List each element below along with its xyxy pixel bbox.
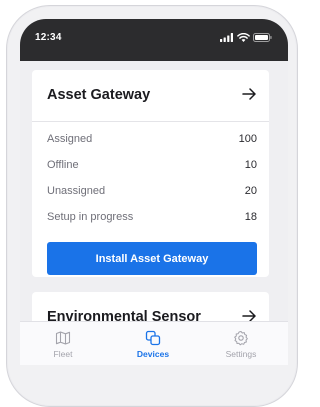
card-title: Asset Gateway [47,87,151,103]
gear-icon [233,330,249,346]
battery-icon [253,32,272,42]
asset-gateway-card: Asset Gateway Assigned 100 Offline 10 Un… [32,70,269,277]
device-list: Asset Gateway Assigned 100 Offline 10 Un… [20,61,288,352]
tab-devices[interactable]: Devices [123,330,183,359]
stat-value: 20 [244,185,257,197]
bottom-tab-bar: Fleet Devices Settings [20,321,288,365]
tab-label: Devices [136,349,170,359]
stat-row-unassigned: Unassigned 20 [47,185,257,201]
card-divider [32,121,269,122]
cellular-signal-icon [220,32,234,42]
app-screen: 12:34 Asset Gateway Assigned 100 Offline… [20,19,288,365]
map-icon [55,330,71,346]
tab-label: Fleet [53,349,73,359]
stat-row-setup-in-progress: Setup in progress 18 [47,211,257,227]
tab-label: Settings [225,349,257,359]
devices-icon [145,330,161,346]
stat-row-assigned: Assigned 100 [47,133,257,149]
status-bar: 12:34 [20,19,288,61]
stat-label: Assigned [47,133,93,145]
stat-value: 100 [238,133,257,145]
stat-label: Unassigned [47,185,106,197]
install-asset-gateway-button[interactable]: Install Asset Gateway [47,242,257,275]
stat-value: 18 [244,211,257,223]
stat-value: 10 [244,159,257,171]
stat-label: Setup in progress [47,211,134,223]
phone-frame: 12:34 Asset Gateway Assigned 100 Offline… [0,0,298,407]
tab-settings[interactable]: Settings [211,330,271,359]
status-icons [220,32,272,42]
tab-fleet[interactable]: Fleet [33,330,93,359]
status-time: 12:34 [35,32,62,43]
stat-row-offline: Offline 10 [47,159,257,175]
wifi-icon [237,32,250,42]
arrow-right-icon[interactable] [241,86,257,102]
stat-label: Offline [47,159,79,171]
